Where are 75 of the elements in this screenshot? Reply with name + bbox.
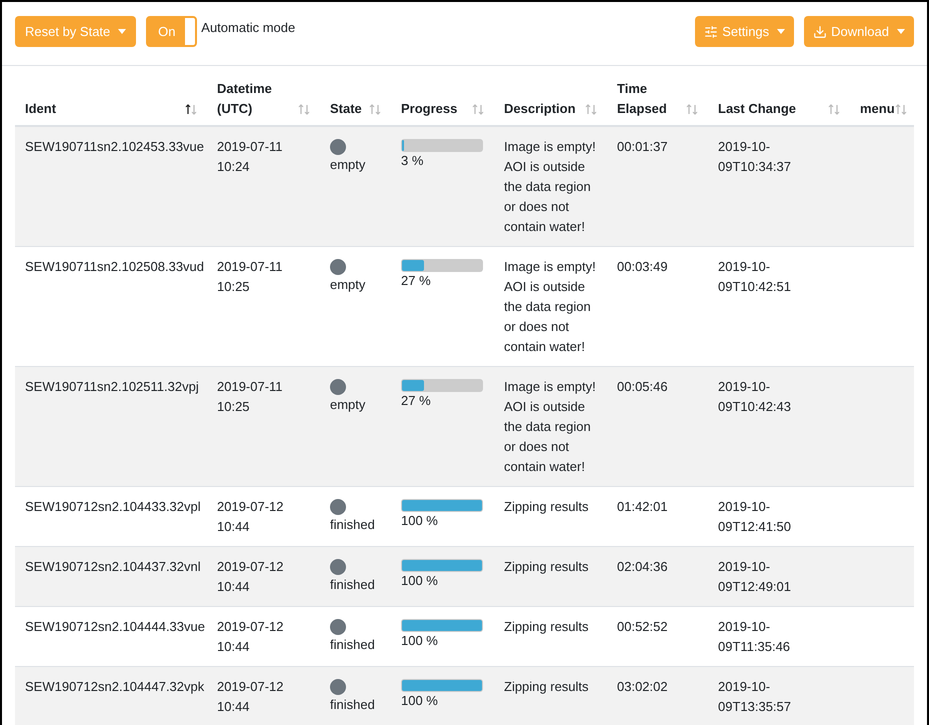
table-cell-text: 10:44 (217, 518, 251, 536)
table-cell-text: 2019-07-11 (217, 378, 284, 396)
column-header: Ident (25, 100, 56, 118)
table-cell: 00:03:49 (617, 259, 668, 274)
state-label: empty (330, 396, 366, 414)
description-text: Zipping results (504, 679, 589, 694)
caret-icon (777, 29, 786, 34)
download-button[interactable]: Download (804, 16, 914, 47)
table-cell-text: 10:44 (217, 578, 251, 596)
table-cell: 00:01:37 (617, 139, 668, 154)
table-cell: 00:05:46 (617, 379, 668, 394)
column-header: Description (504, 100, 576, 118)
description-text: Zipping results (504, 619, 589, 634)
table-cell-text: 2019-07-12 (217, 678, 284, 696)
state-label: finished (330, 636, 375, 654)
reset-button[interactable]: Reset by State (15, 16, 136, 47)
toggle-caption: Automatic mode (201, 19, 296, 37)
sliders-icon (704, 24, 718, 38)
sort-icon[interactable] (185, 104, 197, 115)
table-cell-text: 2019-07-11 (217, 138, 284, 156)
download-icon (813, 24, 828, 38)
column-header: Progress (401, 100, 458, 118)
table-cell: 2019-10-09T10:42:43 (718, 379, 792, 414)
table-cell: 2019-10-09T11:35:46 (718, 619, 790, 654)
table-cell: 2019-10-09T12:41:50 (718, 499, 792, 534)
state-label: finished (330, 516, 375, 534)
table-cell-text: 10:25 (217, 398, 251, 416)
column-header: Time Elapsed (617, 80, 668, 118)
table-cell: 2019-10-09T12:49:01 (718, 559, 792, 594)
state-label: empty (330, 276, 366, 294)
table-cell-text: 10:25 (217, 278, 251, 296)
column-header: menu (860, 100, 895, 118)
table-cell: 2019-10-09T10:34:37 (718, 139, 792, 174)
table-cell: SEW190712sn2.104444.33vue (25, 619, 205, 634)
table-cell-text: 2019-07-12 (217, 498, 284, 516)
table-cell-text: 2019-07-11 (217, 258, 284, 276)
progress-label: 100 % (401, 632, 438, 650)
table-cell: 2019-10-09T13:35:57 (718, 679, 792, 714)
progress-label: 27 % (401, 272, 431, 290)
description-text: Image is empty! AOI is outside the data region or does not contain water! (504, 379, 596, 474)
state-label: empty (330, 156, 366, 174)
caret-icon (118, 29, 126, 34)
table-cell: 01:42:01 (617, 499, 668, 514)
column-header: Last Change (718, 100, 796, 118)
progress-label: 3 % (401, 152, 424, 170)
table-cell-text: 10:44 (217, 698, 251, 716)
settings-button[interactable]: Settings (695, 16, 794, 47)
table-cell: 03:02:02 (617, 679, 668, 694)
table-cell: SEW190711sn2.102453.33vue (25, 139, 204, 154)
progress-label: 27 % (401, 392, 431, 410)
table-cell-text: 2019-07-12 (217, 558, 284, 576)
table-cell: SEW190712sn2.104437.32vnl (25, 559, 201, 574)
table-cell: SEW190711sn2.102511.32vpj (25, 379, 199, 394)
description-text: Zipping results (504, 499, 589, 514)
caret-icon (897, 29, 905, 34)
description-text: Zipping results (504, 559, 589, 574)
table-cell-text: 10:44 (217, 638, 251, 656)
column-header: State (330, 100, 362, 118)
table-cell: 2019-10-09T10:42:51 (718, 259, 792, 294)
column-header: Datetime (UTC) (217, 80, 273, 118)
description-text: Image is empty! AOI is outside the data region or does not contain water! (504, 259, 596, 354)
progress-label: 100 % (401, 512, 438, 530)
table-cell: 00:52:52 (617, 619, 668, 634)
table-cell-text: 10:24 (217, 158, 251, 176)
toggle-switch[interactable]: On (146, 16, 198, 47)
table-cell: 02:04:36 (617, 559, 668, 574)
table-cell-text: 2019-07-12 (217, 618, 284, 636)
table-cell: SEW190711sn2.102508.33vud (25, 259, 204, 274)
progress-label: 100 % (401, 572, 438, 590)
state-label: finished (330, 696, 375, 714)
state-label: finished (330, 576, 375, 594)
progress-label: 100 % (401, 692, 438, 710)
table-cell: SEW190712sn2.104447.32vpk (25, 679, 204, 694)
table-cell: SEW190712sn2.104433.32vpl (25, 499, 201, 514)
description-text: Image is empty! AOI is outside the data region or does not contain water! (504, 139, 596, 234)
